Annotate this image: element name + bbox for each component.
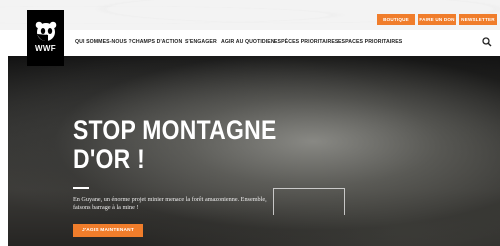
hero-banner: STOP MONTAGNE D'OR ! En Guyane, un énorm… [8, 56, 500, 246]
main-navigation: QUI SOMMES-NOUS ? CHAMPS D'ACTION S'ENGA… [0, 30, 500, 56]
nav-item-qui-sommes-nous[interactable]: QUI SOMMES-NOUS ? [75, 39, 132, 45]
search-icon[interactable] [482, 37, 492, 47]
title-divider [73, 187, 89, 189]
newsletter-button[interactable]: NEWSLETTER [459, 14, 497, 25]
nav-item-agir-au-quotidien[interactable]: AGIR AU QUOTIDIEN [221, 39, 275, 45]
hero-title-line2: D'OR ! [73, 144, 146, 174]
nav-item-espaces-prioritaires[interactable]: ESPACES PRIORITAIRES [338, 39, 402, 45]
wwf-logo[interactable]: WWF [27, 10, 64, 66]
nav-item-champs-daction[interactable]: CHAMPS D'ACTION [132, 39, 182, 45]
act-now-button[interactable]: J'AGIS MAINTENANT [73, 224, 143, 237]
utility-bar: BOUTIQUE FAIRE UN DON NEWSLETTER [0, 0, 500, 30]
hero-title-line1: STOP MONTAGNE [73, 115, 277, 145]
donate-button[interactable]: FAIRE UN DON [418, 14, 456, 25]
logo-text: WWF [35, 44, 56, 53]
nav-item-especes-prioritaires[interactable]: ESPÈCES PRIORITAIRES [274, 39, 338, 45]
hero-description: En Guyane, un énorme projet minier menac… [73, 196, 267, 211]
football-goal-image [273, 188, 345, 215]
nav-item-sengager[interactable]: S'ENGAGER [185, 39, 217, 45]
panda-icon [35, 21, 56, 42]
hero-title: STOP MONTAGNE D'OR ! [73, 116, 277, 174]
shop-button[interactable]: BOUTIQUE [377, 14, 415, 25]
